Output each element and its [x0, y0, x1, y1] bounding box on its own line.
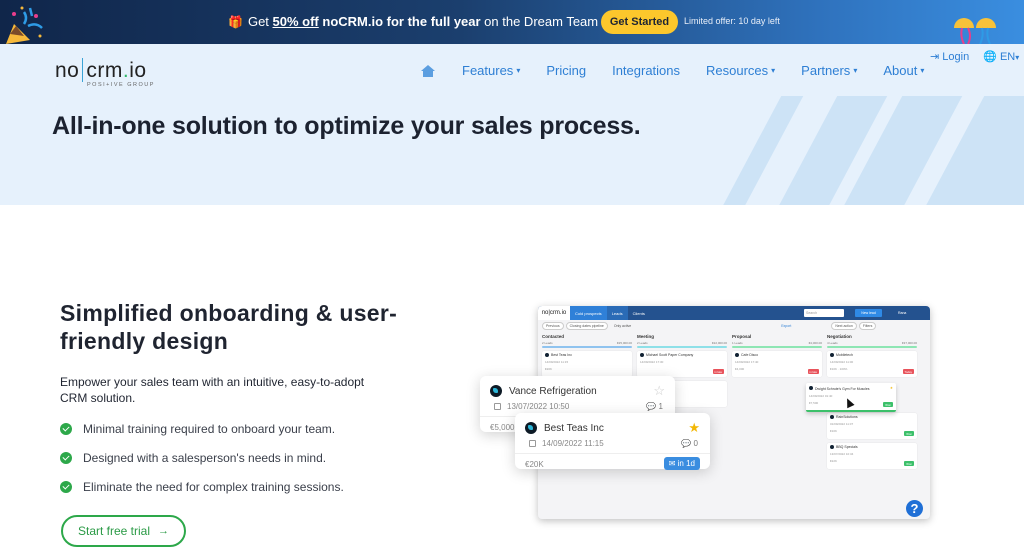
column-count: 1 Leads [732, 341, 743, 345]
feature-bullets: Minimal training required to onboard you… [60, 414, 344, 501]
column-count: 2 Leads [542, 341, 553, 345]
app-logo: no|crm.io [538, 306, 570, 320]
nav-about[interactable]: About ▾ [883, 63, 924, 78]
app-next-action: Next action [831, 322, 857, 330]
party-popper-icon [6, 6, 43, 44]
caret-down-icon: ▾ [853, 66, 858, 75]
check-circle-icon [60, 480, 72, 493]
hero-title: All-in-one solution to optimize your sal… [52, 112, 641, 140]
limited-offer-text: Limited offer: 10 day left [684, 16, 780, 26]
mini-lead-card: RainSolutions 01/09/2022 11:07 €10K Won [827, 413, 917, 439]
hero-section: no crm.io POSI+IVE GROUP Features ▾ Pricin… [0, 44, 1024, 205]
check-circle-icon [60, 451, 72, 464]
caret-down-icon: ▾ [771, 66, 776, 75]
nocrm-logo[interactable]: no crm.io POSI+IVE GROUP [55, 58, 153, 88]
mini-lead-card: Cafe Disco 14/09/2022 17:40 €4,000 in lat… [732, 351, 822, 377]
app-filters: Filters [858, 322, 877, 330]
app-new-lead-button: New lead [855, 309, 882, 317]
column-total: €25,000.00 [616, 341, 632, 345]
email-reminder-badge: ✉ in 1d [663, 457, 700, 470]
language-selector[interactable]: 🌐 EN▾ [983, 50, 1019, 63]
column-total: €37,000.00 [901, 341, 917, 345]
column-progress-bar [827, 346, 917, 348]
nav-integrations[interactable]: Integrations [612, 63, 680, 78]
feature-description: Empower your sales team with an intuitiv… [60, 375, 365, 405]
login-link[interactable]: ⇥ Login [930, 50, 969, 63]
app-tab-clients: Clients [632, 310, 645, 316]
mini-lead-card: Mobiletech 14/09/2022 11:00 €10K · 100% T… [827, 351, 917, 377]
nav-resources[interactable]: Resources ▾ [706, 63, 775, 78]
promo-message: 🎁 Get 50% off noCRM.io for the full year … [228, 14, 642, 29]
column-progress-bar [732, 346, 822, 348]
column-progress-bar [637, 346, 727, 348]
home-icon [421, 64, 435, 77]
globe-icon: 🌐 [983, 51, 997, 63]
star-filled-icon: ★ [688, 420, 700, 435]
nav-partners[interactable]: Partners ▾ [801, 63, 857, 78]
star-outline-icon: ☆ [653, 383, 665, 398]
feature-bullet: Designed with a salesperson's needs in m… [60, 443, 344, 472]
mini-lead-card: Michael Scott Paper Company 14/09/2022 1… [637, 351, 727, 377]
app-topbar: no|crm.io Cold prospects Leads Clients S… [538, 306, 930, 320]
comment-icon: 💬 [646, 402, 657, 411]
app-user: Rana [898, 311, 907, 315]
check-circle-icon [60, 422, 72, 435]
promo-banner: 🎁 Get 50% off noCRM.io for the full year … [0, 0, 1024, 44]
app-tab-cold-prospects: Cold prospects [570, 306, 607, 320]
app-filter-pill: Previous [542, 322, 564, 330]
app-tab-leads: Leads [606, 306, 628, 320]
gift-icon: 🎁 [228, 15, 243, 29]
caret-down-icon: ▾ [1015, 53, 1020, 62]
feature-title: Simplified onboarding & user-friendly de… [60, 300, 398, 354]
caret-down-icon: ▾ [920, 66, 925, 75]
help-button[interactable]: ? [906, 500, 923, 517]
calendar-icon [529, 440, 536, 447]
column-count: 4 Leads [827, 341, 838, 345]
mini-lead-card: BBQ Specials 13/07/2022 10:34 €22K Won [827, 443, 917, 469]
column-total: €4,000.00 [808, 341, 822, 345]
column-total: €22,000.00 [711, 341, 727, 345]
arrow-right-icon: → [158, 525, 170, 537]
start-free-trial-button[interactable]: Start free trial → [61, 515, 186, 547]
mini-lead-card: Best Teas Inc 14/09/2022 11:15 €20K [542, 351, 632, 377]
caret-down-icon: ▾ [516, 66, 521, 75]
jellyfish-icon [954, 18, 996, 44]
feature-bullet: Eliminate the need for complex training … [60, 472, 344, 501]
logo-subtitle: POSI+IVE GROUP [87, 82, 155, 88]
company-avatar [490, 385, 502, 397]
nav-pricing[interactable]: Pricing [546, 63, 586, 78]
nav-home[interactable] [420, 64, 436, 78]
lead-card-best-teas: Best Teas Inc ★ 14/09/2022 11:15 💬 0 €20… [515, 413, 710, 470]
column-title: Meeting [637, 334, 655, 339]
main-nav: Features ▾ Pricing Integrations Resources… [420, 63, 950, 78]
column-title: Negotiation [827, 334, 852, 339]
login-icon: ⇥ [930, 51, 940, 63]
get-started-button[interactable]: Get Started [601, 10, 678, 34]
app-search: Search [804, 309, 844, 317]
column-title: Proposal [732, 334, 752, 339]
app-filterbar: Previous Closing dates pipeline Only act… [538, 320, 930, 332]
comment-icon: 💬 [681, 439, 692, 448]
app-export: Export [781, 324, 792, 328]
feature-bullet: Minimal training required to onboard you… [60, 414, 344, 443]
column-title: Contacted [542, 334, 565, 339]
company-avatar [525, 422, 537, 434]
column-count: 2 Leads [637, 341, 648, 345]
account-links: ⇥ Login 🌐 EN▾ [930, 50, 1019, 63]
app-filter-pill: Closing dates pipeline [565, 322, 608, 330]
calendar-icon [494, 403, 501, 410]
app-only-active: Only active [613, 324, 632, 328]
nav-features[interactable]: Features ▾ [462, 63, 520, 78]
column-progress-bar [542, 346, 632, 348]
envelope-icon: ✉ [668, 459, 676, 468]
